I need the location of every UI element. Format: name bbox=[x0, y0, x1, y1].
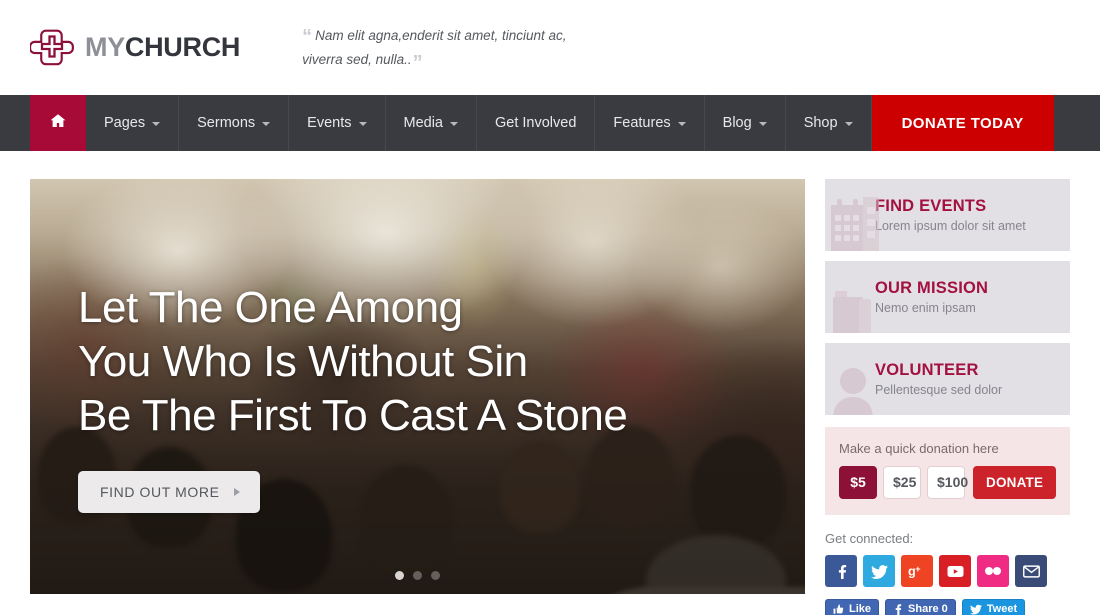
widget-subtitle: Pellentesque sed dolor bbox=[875, 383, 1002, 397]
chevron-down-icon bbox=[152, 122, 160, 126]
widget-title: OUR MISSION bbox=[875, 279, 988, 299]
chevron-down-icon bbox=[450, 122, 458, 126]
nav-item-pages[interactable]: Pages bbox=[86, 95, 179, 151]
like-label: Like bbox=[849, 603, 871, 615]
nav-item-get-involved[interactable]: Get Involved bbox=[477, 95, 595, 151]
social-links: g+ bbox=[825, 555, 1070, 587]
google-plus-icon[interactable]: g+ bbox=[901, 555, 933, 587]
hero-title-line-3: Be The First To Cast A Stone bbox=[78, 391, 627, 440]
svg-text:+: + bbox=[915, 564, 920, 574]
email-icon[interactable] bbox=[1015, 555, 1047, 587]
facebook-share-button[interactable]: Share 0 bbox=[885, 599, 956, 615]
nav-label: Shop bbox=[804, 115, 838, 131]
page-content: Let The One Among You Who Is Without Sin… bbox=[0, 151, 1100, 615]
tagline-line-2: viverra sed, nulla.. bbox=[302, 52, 412, 67]
facebook-icon[interactable] bbox=[825, 555, 857, 587]
home-icon bbox=[50, 113, 66, 133]
brand-name: MYCHURCH bbox=[85, 34, 240, 61]
chevron-down-icon bbox=[845, 122, 853, 126]
widget-title: FIND EVENTS bbox=[875, 197, 1026, 217]
twitter-tweet-button[interactable]: Tweet bbox=[962, 599, 1025, 615]
nav-item-media[interactable]: Media bbox=[386, 95, 478, 151]
calendar-icon bbox=[829, 195, 883, 251]
quick-donation-widget: Make a quick donation here $5 $25 $100 D… bbox=[825, 427, 1070, 515]
brand-logo[interactable]: MYCHURCH bbox=[30, 26, 240, 70]
nav-label: Events bbox=[307, 115, 351, 131]
nav-item-shop[interactable]: Shop bbox=[786, 95, 872, 151]
quote-close-icon: ” bbox=[413, 52, 423, 74]
widget-subtitle: Lorem ipsum dolor sit amet bbox=[875, 219, 1026, 233]
nav-label: Pages bbox=[104, 115, 145, 131]
twitter-icon[interactable] bbox=[863, 555, 895, 587]
find-out-more-button[interactable]: FIND OUT MORE bbox=[78, 471, 260, 513]
donation-label: Make a quick donation here bbox=[839, 441, 1056, 456]
chevron-down-icon bbox=[678, 122, 686, 126]
hero-slider[interactable]: Let The One Among You Who Is Without Sin… bbox=[30, 179, 805, 594]
hero-caption: Let The One Among You Who Is Without Sin… bbox=[78, 281, 765, 513]
person-icon bbox=[829, 359, 883, 415]
donation-amount-25[interactable]: $25 bbox=[883, 466, 921, 499]
donation-amount-row: $5 $25 $100 DONATE bbox=[839, 466, 1056, 499]
nav-label: Blog bbox=[723, 115, 752, 131]
hero-title-line-1: Let The One Among bbox=[78, 283, 463, 332]
widget-find-events[interactable]: FIND EVENTS Lorem ipsum dolor sit amet bbox=[825, 179, 1070, 251]
donation-amount-100[interactable]: $100 bbox=[927, 466, 965, 499]
slider-dot-2[interactable] bbox=[413, 571, 422, 580]
brand-name-church: CHURCH bbox=[125, 32, 240, 62]
nav-label: Get Involved bbox=[495, 115, 576, 131]
slider-pagination bbox=[30, 571, 805, 580]
tagline-line-1: Nam elit agna,enderit sit amet, tinciunt… bbox=[315, 28, 566, 43]
header-tagline: “Nam elit agna,enderit sit amet, tinciun… bbox=[302, 24, 566, 71]
cross-logo-icon bbox=[30, 26, 74, 70]
brand-name-my: MY bbox=[85, 32, 125, 62]
chevron-down-icon bbox=[759, 122, 767, 126]
hero-title-line-2: You Who Is Without Sin bbox=[78, 337, 528, 386]
widget-volunteer[interactable]: VOLUNTEER Pellentesque sed dolor bbox=[825, 343, 1070, 415]
donate-button[interactable]: DONATE bbox=[973, 466, 1056, 499]
chevron-down-icon bbox=[359, 122, 367, 126]
nav-item-events[interactable]: Events bbox=[289, 95, 385, 151]
get-connected-label: Get connected: bbox=[825, 531, 1070, 546]
nav-item-donate-today[interactable]: DONATE TODAY bbox=[872, 95, 1054, 151]
nav-item-home[interactable] bbox=[30, 95, 86, 151]
widget-subtitle: Nemo enim ipsam bbox=[875, 301, 988, 315]
youtube-icon[interactable] bbox=[939, 555, 971, 587]
slider-dot-3[interactable] bbox=[431, 571, 440, 580]
share-label: Share 0 bbox=[908, 603, 948, 615]
share-buttons: Like Share 0 Tweet bbox=[825, 599, 1070, 615]
main-navigation: Pages Sermons Events Media Get Involved … bbox=[0, 95, 1100, 151]
slider-dot-1[interactable] bbox=[395, 571, 404, 580]
quote-open-icon: “ bbox=[302, 26, 312, 48]
donation-amount-5[interactable]: $5 bbox=[839, 466, 877, 499]
find-out-more-label: FIND OUT MORE bbox=[100, 484, 220, 500]
facebook-like-button[interactable]: Like bbox=[825, 599, 879, 615]
nav-label: Media bbox=[404, 115, 444, 131]
chevron-down-icon bbox=[262, 122, 270, 126]
widget-our-mission[interactable]: OUR MISSION Nemo enim ipsam bbox=[825, 261, 1070, 333]
tagline-text: “Nam elit agna,enderit sit amet, tinciun… bbox=[302, 24, 566, 71]
book-icon bbox=[829, 277, 883, 333]
donate-today-label: DONATE TODAY bbox=[902, 115, 1024, 132]
chevron-right-icon bbox=[234, 488, 240, 496]
nav-label: Sermons bbox=[197, 115, 255, 131]
nav-item-features[interactable]: Features bbox=[595, 95, 704, 151]
nav-item-sermons[interactable]: Sermons bbox=[179, 95, 289, 151]
flickr-icon[interactable] bbox=[977, 555, 1009, 587]
nav-label: Features bbox=[613, 115, 670, 131]
widget-title: VOLUNTEER bbox=[875, 361, 1002, 381]
hero-title: Let The One Among You Who Is Without Sin… bbox=[78, 281, 765, 443]
nav-item-blog[interactable]: Blog bbox=[705, 95, 786, 151]
sidebar: FIND EVENTS Lorem ipsum dolor sit amet O… bbox=[825, 179, 1070, 615]
site-header: MYCHURCH “Nam elit agna,enderit sit amet… bbox=[0, 0, 1100, 95]
tweet-label: Tweet bbox=[987, 603, 1017, 615]
